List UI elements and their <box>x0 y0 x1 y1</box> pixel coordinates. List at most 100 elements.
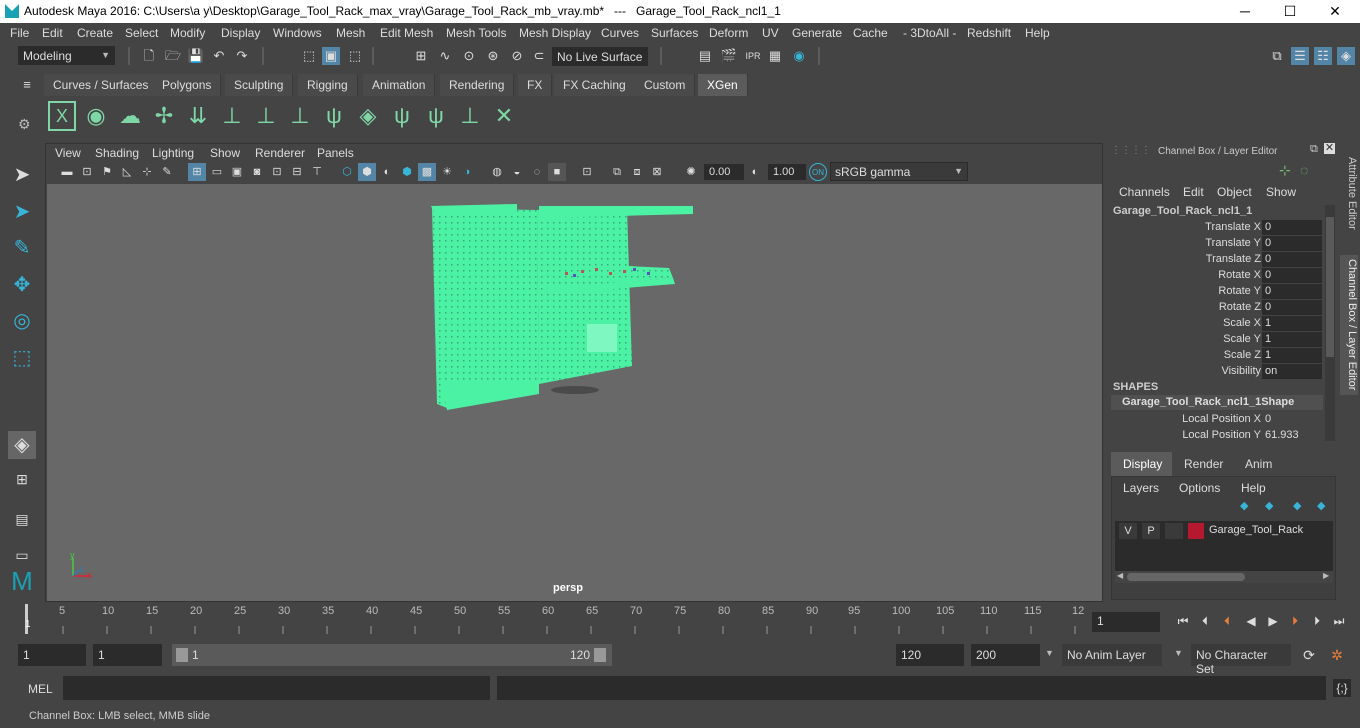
xgen-groom-icon[interactable]: ψ <box>388 101 416 131</box>
live-surface-field[interactable]: No Live Surface <box>552 47 648 66</box>
maya-m-icon[interactable]: M <box>8 567 36 595</box>
tab-xgen[interactable]: XGen <box>698 74 748 96</box>
xray-icon[interactable]: ■ <box>548 163 566 181</box>
attr-scale-z[interactable]: Scale Z1 <box>1107 348 1323 364</box>
menu-mesh[interactable]: Mesh <box>336 26 365 40</box>
render-frame-icon[interactable]: 🎬 <box>720 47 738 65</box>
menu-3dtoall[interactable]: - 3DtoAll - <box>903 26 956 40</box>
gamma-field[interactable]: 1.00 <box>768 164 806 180</box>
menu-curves[interactable]: Curves <box>601 26 639 40</box>
vp-menu-show[interactable]: Show <box>210 146 240 160</box>
motion-blur-icon[interactable]: ◍ <box>488 163 506 181</box>
menu-windows[interactable]: Windows <box>273 26 322 40</box>
use-all-lights-icon[interactable]: ▩ <box>418 163 436 181</box>
field-chart-icon[interactable]: ⊡ <box>268 163 286 181</box>
start-time-field[interactable]: 1 <box>18 644 86 666</box>
xgen-clumping-icon[interactable]: ⊥ <box>456 101 484 131</box>
2d-pan-zoom-icon[interactable]: ⊹ <box>138 163 156 181</box>
xgen-place-guide-icon[interactable]: ⇊ <box>184 101 212 131</box>
color-space-dropdown[interactable]: sRGB gamma ▼ <box>830 162 968 181</box>
scroll-left-icon[interactable]: ◀ <box>1117 571 1123 580</box>
script-editor-icon[interactable]: {;} <box>1333 679 1351 697</box>
scrollbar-thumb[interactable] <box>1326 217 1334 357</box>
lasso-tool-icon[interactable]: ➤ <box>8 198 36 226</box>
step-forward-frame-icon[interactable]: ⏵ <box>1308 612 1326 630</box>
hypershade-icon[interactable]: ◉ <box>790 47 808 65</box>
select-object-icon[interactable]: ▣ <box>322 47 340 65</box>
channel-box-toggle-icon[interactable]: ☰ <box>1291 47 1309 65</box>
undo-icon[interactable]: ↶ <box>210 47 228 65</box>
range-slider[interactable]: 1 120 <box>172 644 612 666</box>
new-scene-icon[interactable]: 🗋 <box>140 47 158 65</box>
lock-channels-icon[interactable]: ⊹ <box>1279 162 1291 179</box>
cb-menu-channels[interactable]: Channels <box>1119 185 1170 199</box>
xgen-fx-icon[interactable]: ψ <box>422 101 450 131</box>
menu-cache[interactable]: Cache <box>853 26 888 40</box>
multisample-aa-icon[interactable]: ◒ <box>508 163 526 181</box>
playback-end-field[interactable]: 120 <box>896 644 964 666</box>
layer-list-scrollbar[interactable]: ◀ ▶ <box>1115 571 1333 583</box>
close-panel-icon[interactable]: ✕ <box>1324 143 1335 154</box>
current-frame-field[interactable]: 1 <box>1092 612 1160 632</box>
vp-menu-renderer[interactable]: Renderer <box>255 146 305 160</box>
new-layer-from-selected-icon[interactable]: ◆ <box>1317 499 1325 512</box>
xgen-add-guide-icon[interactable]: ✢ <box>150 101 178 131</box>
vp-menu-shading[interactable]: Shading <box>95 146 139 160</box>
grease-pencil-icon[interactable]: ✎ <box>158 163 176 181</box>
channel-box-scrollbar[interactable] <box>1325 205 1335 441</box>
tab-display-layers[interactable]: Display <box>1111 452 1175 476</box>
tab-custom[interactable]: Custom <box>635 74 696 96</box>
rotate-tool-icon[interactable]: ◎ <box>8 307 36 335</box>
backface-culling-icon[interactable]: ⊠ <box>648 163 666 181</box>
isolate-select-icon[interactable]: ⊡ <box>578 163 596 181</box>
attr-rotate-z[interactable]: Rotate Z0 <box>1107 300 1323 316</box>
attr-translate-z[interactable]: Translate Z0 <box>1107 252 1323 268</box>
attr-scale-x[interactable]: Scale X1 <box>1107 316 1323 332</box>
scale-tool-icon[interactable]: ⬚ <box>8 344 36 372</box>
tab-anim-layers[interactable]: Anim <box>1233 452 1285 476</box>
move-tool-icon[interactable]: ✥ <box>8 271 36 299</box>
layer-playback-toggle[interactable]: P <box>1142 523 1160 539</box>
exposure-icon[interactable]: ✺ <box>682 163 700 181</box>
close-button[interactable]: ✕ <box>1320 2 1350 20</box>
xgen-sculpt-guide-icon[interactable]: ⊥ <box>218 101 246 131</box>
range-end-handle[interactable] <box>594 648 606 662</box>
tab-sculpting[interactable]: Sculpting <box>225 74 294 96</box>
layer-menu-help[interactable]: Help <box>1241 481 1266 495</box>
snap-live-icon[interactable]: ⊘ <box>508 47 526 65</box>
layer-menu-layers[interactable]: Layers <box>1123 481 1159 495</box>
play-forward-icon[interactable]: ▶ <box>1264 612 1282 630</box>
snap-view-icon[interactable]: ⊛ <box>484 47 502 65</box>
magnet-icon[interactable]: ⊂ <box>530 47 548 65</box>
new-layer-icon[interactable]: ◆ <box>1293 499 1301 512</box>
xgen-delete-guide-icon[interactable]: ✕ <box>490 101 518 131</box>
outliner-layout-icon[interactable]: ▤ <box>8 505 36 533</box>
menu-edit-mesh[interactable]: Edit Mesh <box>380 26 433 40</box>
camera-select-icon[interactable]: ▬ <box>58 163 76 181</box>
menu-edit[interactable]: Edit <box>42 26 63 40</box>
shelf-settings-icon[interactable]: ⚙ <box>18 116 31 133</box>
chevron-down-icon[interactable]: ▼ <box>1174 648 1183 658</box>
layer-color-swatch[interactable] <box>1188 523 1204 539</box>
step-back-frame-icon[interactable]: ⏴ <box>1196 612 1214 630</box>
maximize-button[interactable]: ☐ <box>1275 2 1305 20</box>
ipr-render-icon[interactable]: IPR <box>744 47 762 65</box>
menu-deform[interactable]: Deform <box>709 26 748 40</box>
snap-curve-icon[interactable]: ∿ <box>436 47 454 65</box>
play-backward-icon[interactable]: ◀ <box>1242 612 1260 630</box>
layer-menu-options[interactable]: Options <box>1179 481 1220 495</box>
xgen-preview-icon[interactable]: ◉ <box>82 101 110 131</box>
menu-create[interactable]: Create <box>77 26 113 40</box>
snap-point-icon[interactable]: ⊙ <box>460 47 478 65</box>
select-hierarchy-icon[interactable]: ⬚ <box>300 47 318 65</box>
range-slider-track[interactable] <box>612 644 890 666</box>
resolution-gate-icon[interactable]: ▣ <box>228 163 246 181</box>
save-scene-icon[interactable]: 💾 <box>187 47 205 65</box>
time-slider[interactable]: 1 5 10 15 20 25 30 35 40 45 50 55 60 65 … <box>15 604 1087 634</box>
go-to-start-icon[interactable]: ⏮ <box>1174 612 1192 630</box>
menu-redshift[interactable]: Redshift <box>967 26 1011 40</box>
attr-scale-y[interactable]: Scale Y1 <box>1107 332 1323 348</box>
menu-surfaces[interactable]: Surfaces <box>651 26 698 40</box>
exposure-field[interactable]: 0.00 <box>704 164 744 180</box>
vp-menu-panels[interactable]: Panels <box>317 146 354 160</box>
